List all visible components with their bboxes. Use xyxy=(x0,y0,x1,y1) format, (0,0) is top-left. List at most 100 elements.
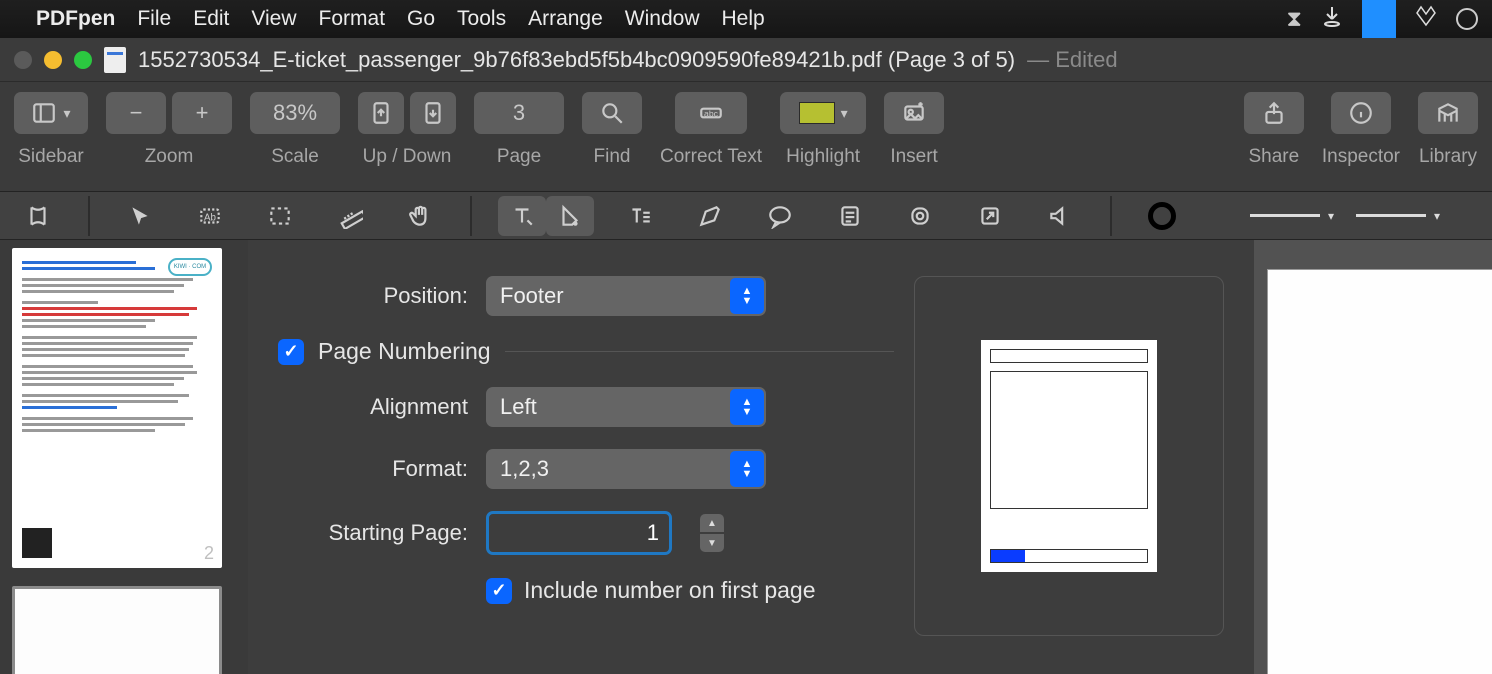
sidebar-label: Sidebar xyxy=(18,146,84,168)
page-up-button[interactable] xyxy=(358,92,404,134)
page-label: Page xyxy=(497,146,541,168)
correct-text-label: Correct Text xyxy=(660,146,762,168)
select-rectangle-tool-icon[interactable] xyxy=(256,196,304,236)
go-menu[interactable]: Go xyxy=(407,7,435,31)
comment-tool-icon[interactable] xyxy=(756,196,804,236)
correct-text-button[interactable]: abc xyxy=(675,92,747,134)
include-first-checkbox[interactable]: ✓ xyxy=(486,578,512,604)
chevron-up-icon[interactable]: ▲ xyxy=(700,514,724,532)
tray-gitlab-icon[interactable] xyxy=(1414,4,1438,34)
link-tool-icon[interactable] xyxy=(966,196,1014,236)
tray-circle-icon[interactable] xyxy=(1456,8,1478,30)
page-numbering-checkbox[interactable]: ✓ xyxy=(278,339,304,365)
document-proxy-icon[interactable] xyxy=(104,47,126,73)
highlighter-tool-icon[interactable] xyxy=(546,196,594,236)
view-menu[interactable]: View xyxy=(251,7,296,31)
sidebar-thumbnails[interactable]: KIWI · COM 2 xyxy=(0,240,248,674)
chevron-updown-icon: ▲▼ xyxy=(730,278,764,314)
text-format-tool-icon[interactable] xyxy=(616,196,664,236)
scale-label: Scale xyxy=(271,146,319,168)
position-label: Position: xyxy=(278,283,468,309)
share-label: Share xyxy=(1248,146,1299,168)
preview-header-region xyxy=(990,349,1148,363)
mac-menubar: PDFpen File Edit View Format Go Tools Ar… xyxy=(0,0,1492,38)
page-field[interactable]: 3 xyxy=(474,92,564,134)
line-weight-picker[interactable]: ▾ xyxy=(1250,209,1334,223)
svg-text:Ab: Ab xyxy=(204,212,217,223)
note-tool-icon[interactable] xyxy=(826,196,874,236)
document-view[interactable] xyxy=(1254,240,1492,674)
minimize-window-button[interactable] xyxy=(44,51,62,69)
find-button[interactable] xyxy=(582,92,642,134)
insert-button[interactable] xyxy=(884,92,944,134)
page-value: 3 xyxy=(513,100,525,126)
thumbnail-page[interactable] xyxy=(12,586,222,674)
measure-tool-icon[interactable] xyxy=(326,196,374,236)
svg-text:abc: abc xyxy=(704,108,719,118)
thumbnail-page[interactable]: KIWI · COM 2 xyxy=(12,248,222,568)
inspector-label: Inspector xyxy=(1322,146,1400,168)
edit-tool-icon[interactable] xyxy=(14,196,62,236)
inspector-button[interactable] xyxy=(1331,92,1391,134)
format-select[interactable]: 1,2,3 ▲▼ xyxy=(486,449,766,489)
chevron-updown-icon: ▲▼ xyxy=(730,389,764,425)
tray-bolt-icon[interactable]: ⧗ xyxy=(1287,6,1302,32)
alignment-select[interactable]: Left ▲▼ xyxy=(486,387,766,427)
updown-label: Up / Down xyxy=(363,146,452,168)
sidebar-toggle-button[interactable]: ▾ xyxy=(14,92,88,134)
preview-footer-region xyxy=(990,549,1148,563)
kiwi-logo-icon: KIWI · COM xyxy=(168,258,212,276)
work-area: KIWI · COM 2 Position: Footer ▲▼ xyxy=(0,240,1492,674)
position-value: Footer xyxy=(500,283,564,309)
starting-page-input[interactable] xyxy=(486,511,672,555)
select-tool-icon[interactable] xyxy=(116,196,164,236)
arrange-menu[interactable]: Arrange xyxy=(528,7,603,31)
position-select[interactable]: Footer ▲▼ xyxy=(486,276,766,316)
find-label: Find xyxy=(594,146,631,168)
scale-value: 83% xyxy=(273,100,317,126)
help-menu[interactable]: Help xyxy=(722,7,765,31)
highlight-button[interactable]: ▾ xyxy=(780,92,866,134)
scale-button[interactable]: 83% xyxy=(250,92,340,134)
format-value: 1,2,3 xyxy=(500,456,549,482)
pan-tool-icon[interactable] xyxy=(396,196,444,236)
line-style-picker[interactable]: ▾ xyxy=(1356,209,1440,223)
sound-tool-icon[interactable] xyxy=(1036,196,1084,236)
zoom-out-button[interactable]: − xyxy=(106,92,166,134)
edit-menu[interactable]: Edit xyxy=(193,7,229,31)
tray-app-icon[interactable] xyxy=(1362,0,1396,38)
zoom-in-button[interactable]: + xyxy=(172,92,232,134)
highlight-swatch-icon xyxy=(799,102,835,124)
window-menu[interactable]: Window xyxy=(625,7,700,31)
main-toolbar: ▾ Sidebar − + Zoom 83% Scale Up / Down 3… xyxy=(0,82,1492,192)
page-preview xyxy=(914,276,1224,636)
alignment-value: Left xyxy=(500,394,537,420)
insert-label: Insert xyxy=(890,146,938,168)
chevron-down-icon[interactable]: ▼ xyxy=(700,534,724,552)
text-annotation-tool-icon[interactable] xyxy=(498,196,546,236)
starting-page-label: Starting Page: xyxy=(278,520,468,546)
select-text-tool-icon[interactable]: Ab xyxy=(186,196,234,236)
app-menu[interactable]: PDFpen xyxy=(36,7,115,31)
preview-body-region xyxy=(990,371,1148,509)
traffic-lights xyxy=(14,51,92,69)
library-button[interactable] xyxy=(1418,92,1478,134)
chevron-updown-icon: ▲▼ xyxy=(730,451,764,487)
tools-menu[interactable]: Tools xyxy=(457,7,506,31)
stamp-tool-icon[interactable] xyxy=(896,196,944,236)
starting-page-stepper[interactable]: ▲ ▼ xyxy=(700,514,724,552)
zoom-window-button[interactable] xyxy=(74,51,92,69)
window-title: 1552730534_E-ticket_passenger_9b76f83ebd… xyxy=(138,47,1015,73)
qr-code-icon xyxy=(22,528,52,558)
file-menu[interactable]: File xyxy=(137,7,171,31)
tray-download-icon[interactable] xyxy=(1320,4,1344,34)
stroke-color-icon[interactable] xyxy=(1138,196,1186,236)
preview-number-mark xyxy=(991,550,1025,562)
library-label: Library xyxy=(1419,146,1477,168)
share-button[interactable] xyxy=(1244,92,1304,134)
format-menu[interactable]: Format xyxy=(319,7,386,31)
page-down-button[interactable] xyxy=(410,92,456,134)
page-numbering-label: Page Numbering xyxy=(318,338,491,365)
freehand-tool-icon[interactable] xyxy=(686,196,734,236)
close-window-button[interactable] xyxy=(14,51,32,69)
